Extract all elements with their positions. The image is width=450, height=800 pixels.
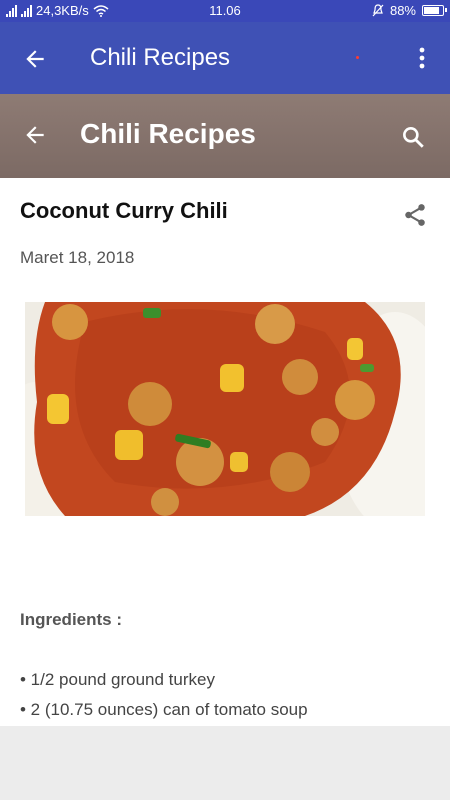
web-header: Chili Recipes xyxy=(0,94,450,178)
ingredient-item: • 1/2 pound ground turkey xyxy=(20,670,215,689)
mute-bell-icon xyxy=(372,4,384,17)
battery-icon xyxy=(422,5,447,16)
ingredient-item: • 2 (10.75 ounces) can of tomato soup xyxy=(20,700,308,719)
web-back-arrow-icon[interactable] xyxy=(22,122,48,148)
indicator-dot xyxy=(356,56,359,59)
ingredients-heading: Ingredients : xyxy=(20,610,123,629)
status-bar: 24,3KB/s 11.06 88% xyxy=(0,0,450,22)
battery-percent: 88% xyxy=(389,3,416,18)
app-bar: Chili Recipes xyxy=(0,22,450,94)
back-arrow-icon[interactable] xyxy=(22,46,48,72)
search-icon[interactable] xyxy=(400,124,426,150)
more-vert-icon[interactable] xyxy=(414,44,430,72)
post-title: Coconut Curry Chili xyxy=(20,198,228,223)
chili-photo xyxy=(25,302,425,516)
web-header-title: Chili Recipes xyxy=(80,118,256,149)
post-date: Maret 18, 2018 xyxy=(20,248,135,267)
post-content: Coconut Curry Chili Maret 18, 2018 Ingre… xyxy=(0,178,450,726)
share-icon[interactable] xyxy=(402,202,428,228)
app-title: Chili Recipes xyxy=(90,44,231,71)
